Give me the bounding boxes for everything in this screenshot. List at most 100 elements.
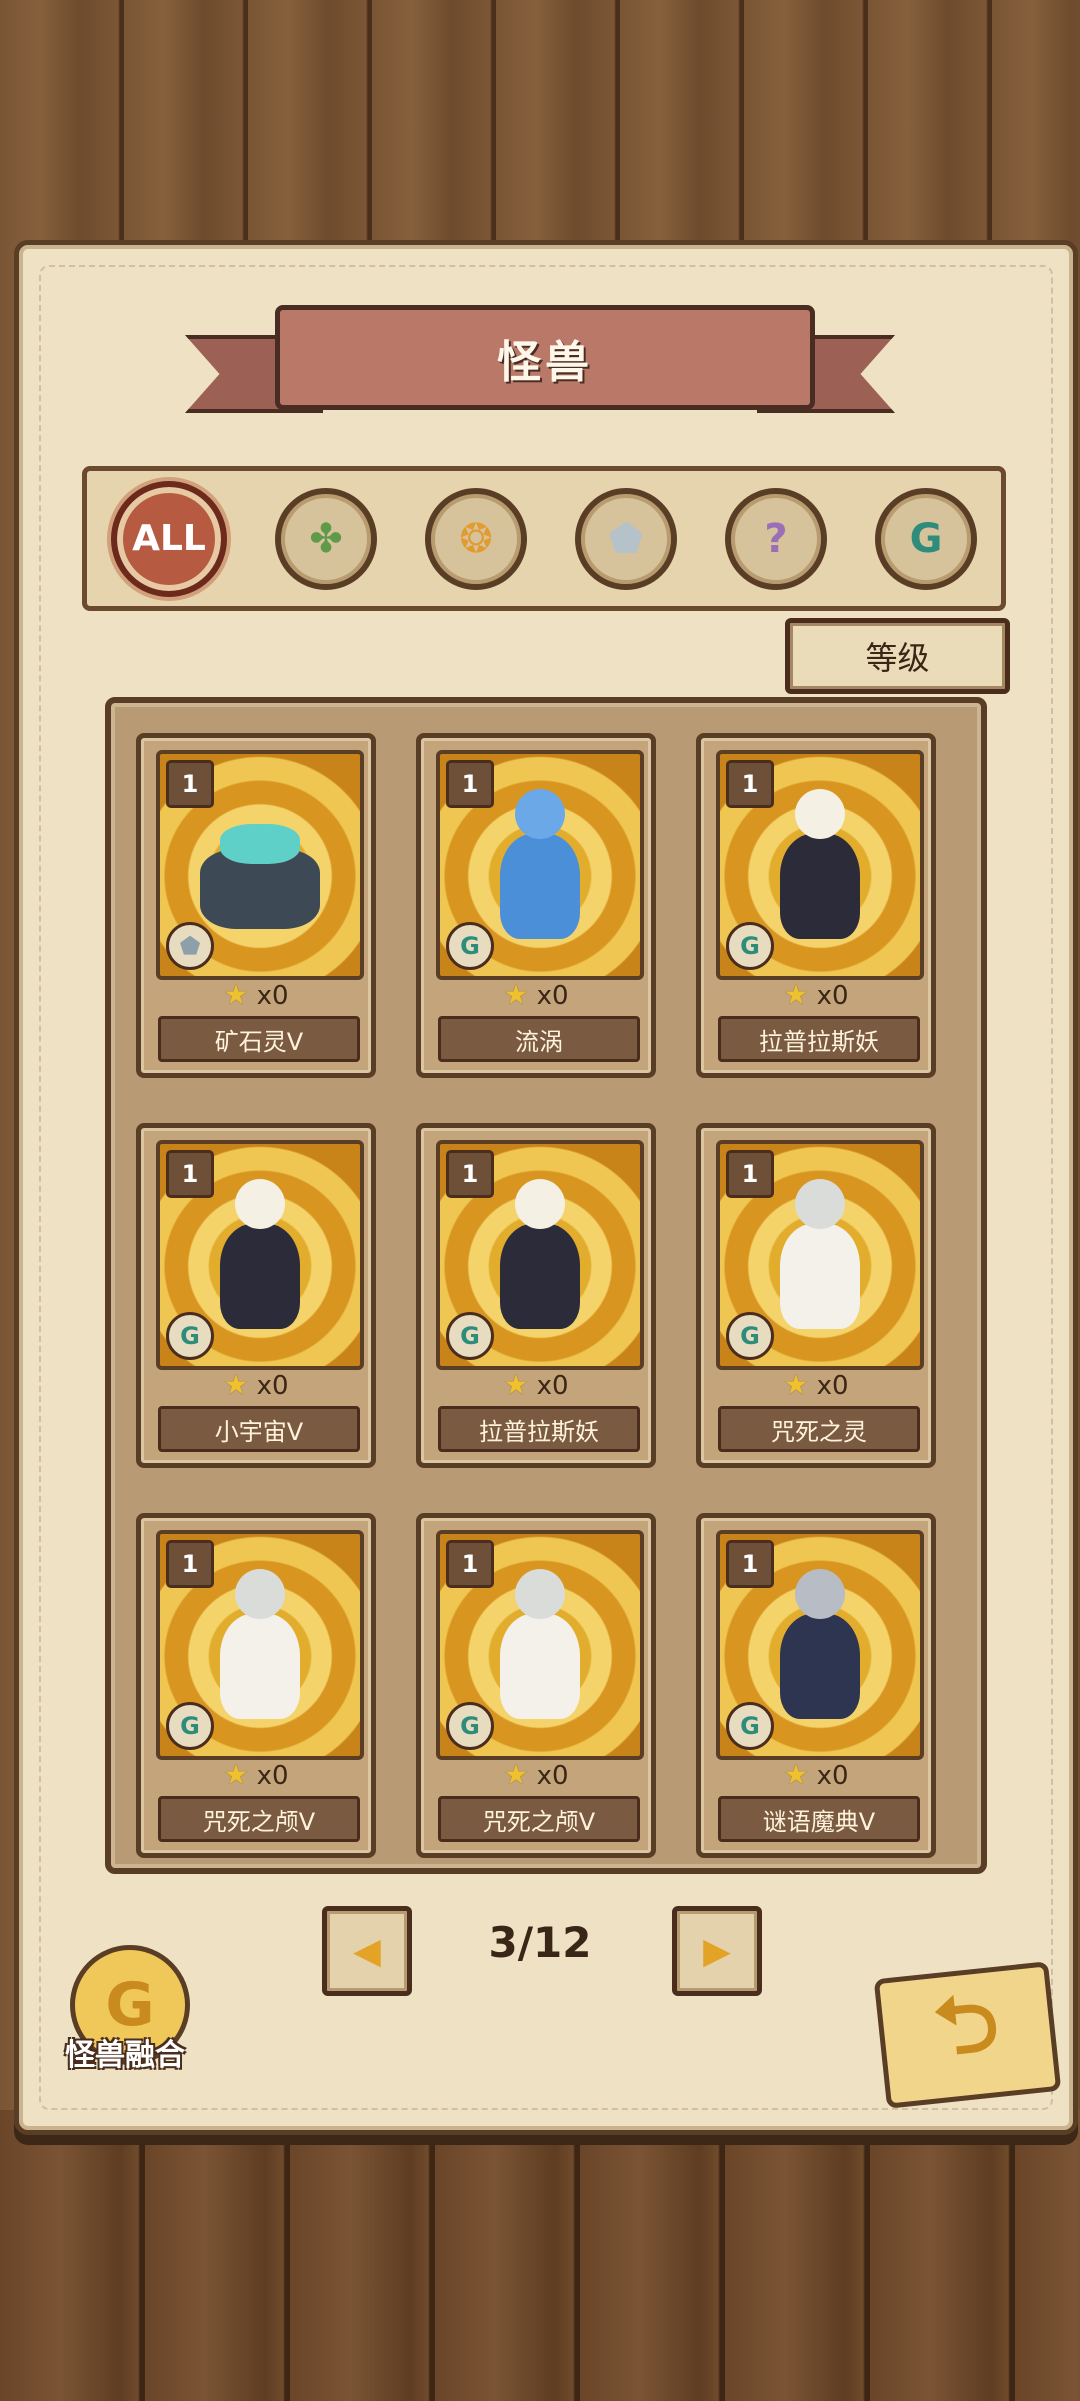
star-icon: ★ <box>223 978 249 1011</box>
monster-name: 咒死之颅V <box>158 1796 360 1842</box>
star-count: ★ x0 <box>503 1368 569 1401</box>
monster-art: 1 G <box>716 750 924 980</box>
leaf-icon: ✤ <box>309 515 343 562</box>
monster-card-grid: 1 ⬟ ★x0 矿石灵V 1 G ★x0 流涡 1 G ★x0 拉普拉斯妖 <box>105 697 987 1874</box>
filter-beast-button[interactable]: ❂ <box>425 487 527 590</box>
monster-name: 谜语魔典V <box>718 1796 920 1842</box>
monster-name: 拉普拉斯妖 <box>718 1016 920 1062</box>
sort-label: 等级 <box>865 639 930 677</box>
prev-page-button[interactable]: ◀ <box>322 1906 412 1996</box>
star-count: ★ x0 <box>223 978 289 1011</box>
monster-card[interactable]: 1 G ★ x0 拉普拉斯妖 <box>696 733 936 1078</box>
star-count: ★ x0 <box>223 1368 289 1401</box>
rune-g-icon: G <box>726 1702 774 1750</box>
level-badge: 1 <box>446 1540 494 1588</box>
monster-art: 1 G <box>156 1140 364 1370</box>
return-button[interactable]: ⮌ <box>873 1961 1062 2120</box>
page-indicator: 3/12 <box>488 1918 592 1967</box>
rune-g-icon: G <box>726 1312 774 1360</box>
monster-card[interactable]: 1 G ★ x0 谜语魔典V <box>696 1513 936 1858</box>
monster-figure <box>200 789 320 949</box>
return-arrow-icon: ⮌ <box>873 1961 1062 2109</box>
monster-art: 1 ⬟ <box>156 750 364 980</box>
star-icon: ★ <box>223 1368 249 1401</box>
level-badge: 1 <box>166 1540 214 1588</box>
monster-figure <box>210 1569 310 1729</box>
star-icon: ★ <box>783 978 809 1011</box>
monster-figure <box>490 1179 590 1339</box>
wood-floor <box>0 2110 1080 2401</box>
monster-figure <box>490 1569 590 1729</box>
crystal-icon: ⬟ <box>166 922 214 970</box>
star-count: ★ x0 <box>503 978 569 1011</box>
rune-g-icon: G <box>166 1702 214 1750</box>
monster-name: 拉普拉斯妖 <box>438 1406 640 1452</box>
triangle-right-icon: ▶ <box>703 1930 731 1972</box>
crystal-icon: ⬟ <box>608 515 644 562</box>
monster-card[interactable]: 1 G ★ x0 咒死之颅V <box>416 1513 656 1858</box>
star-count: ★ x0 <box>503 1758 569 1791</box>
star-count: ★ x0 <box>223 1758 289 1791</box>
monster-art: 1 G <box>436 1140 644 1370</box>
monster-figure <box>770 789 870 949</box>
page-title: 怪兽 <box>275 305 815 410</box>
monster-fusion-button[interactable]: G 怪兽融合 <box>55 1945 195 2085</box>
monster-name: 咒死之颅V <box>438 1796 640 1842</box>
star-icon: ★ <box>503 1758 529 1791</box>
monster-name: 矿石灵V <box>158 1016 360 1062</box>
monster-card[interactable]: 1 ⬟ ★ x0 矿石灵V <box>136 733 376 1078</box>
filter-all-label: ALL <box>132 518 206 559</box>
star-icon: ★ <box>503 978 529 1011</box>
level-badge: 1 <box>446 760 494 808</box>
star-icon: ★ <box>503 1368 529 1401</box>
monster-art: 1 G <box>436 750 644 980</box>
monster-card[interactable]: 1 G ★ x0 咒死之灵 <box>696 1123 936 1468</box>
question-icon: ? <box>764 515 788 562</box>
monster-card[interactable]: 1 G ★ x0 拉普拉斯妖 <box>416 1123 656 1468</box>
filter-arcane-button[interactable]: G <box>875 487 977 590</box>
rune-g-icon: G <box>166 1312 214 1360</box>
monster-name: 咒死之灵 <box>718 1406 920 1452</box>
level-badge: 1 <box>726 1150 774 1198</box>
rune-g-icon: G <box>726 922 774 970</box>
monster-art: 1 G <box>156 1530 364 1760</box>
star-icon: ★ <box>783 1368 809 1401</box>
monster-figure <box>210 1179 310 1339</box>
monster-name: 流涡 <box>438 1016 640 1062</box>
level-badge: 1 <box>726 1540 774 1588</box>
monster-figure <box>770 1179 870 1339</box>
next-page-button[interactable]: ▶ <box>672 1906 762 1996</box>
level-badge: 1 <box>166 760 214 808</box>
rune-g-icon: G <box>446 922 494 970</box>
filter-mineral-button[interactable]: ⬟ <box>575 487 677 590</box>
filter-unknown-button[interactable]: ? <box>725 487 827 590</box>
rune-g-icon: G <box>446 1702 494 1750</box>
monster-card[interactable]: 1 G ★ x0 流涡 <box>416 733 656 1078</box>
monster-art: 1 G <box>716 1140 924 1370</box>
level-badge: 1 <box>726 760 774 808</box>
sort-by-level-button[interactable]: 等级 <box>785 618 1010 694</box>
star-count: ★ x0 <box>783 1758 849 1791</box>
filter-nature-button[interactable]: ✤ <box>275 487 377 590</box>
monster-name: 小宇宙V <box>158 1406 360 1452</box>
monster-figure <box>770 1569 870 1729</box>
category-filter-bar: ALL ✤ ❂ ⬟ ? G <box>82 466 1006 611</box>
monster-art: 1 G <box>436 1530 644 1760</box>
monster-card[interactable]: 1 G ★ x0 小宇宙V <box>136 1123 376 1468</box>
monster-card[interactable]: 1 G ★ x0 咒死之颅V <box>136 1513 376 1858</box>
monster-art: 1 G <box>716 1530 924 1760</box>
monster-figure <box>490 789 590 949</box>
paw-icon: ❂ <box>459 515 493 562</box>
level-badge: 1 <box>166 1150 214 1198</box>
star-count: ★ x0 <box>783 978 849 1011</box>
star-icon: ★ <box>223 1758 249 1791</box>
fusion-label: 怪兽融合 <box>65 2038 185 2073</box>
level-badge: 1 <box>446 1150 494 1198</box>
rune-g-icon: G <box>446 1312 494 1360</box>
title-ribbon: 怪兽 <box>185 300 895 420</box>
star-count: ★ x0 <box>783 1368 849 1401</box>
rune-g-icon: G <box>909 515 943 562</box>
star-icon: ★ <box>783 1758 809 1791</box>
filter-all-button[interactable]: ALL <box>111 480 227 597</box>
triangle-left-icon: ◀ <box>353 1930 381 1972</box>
